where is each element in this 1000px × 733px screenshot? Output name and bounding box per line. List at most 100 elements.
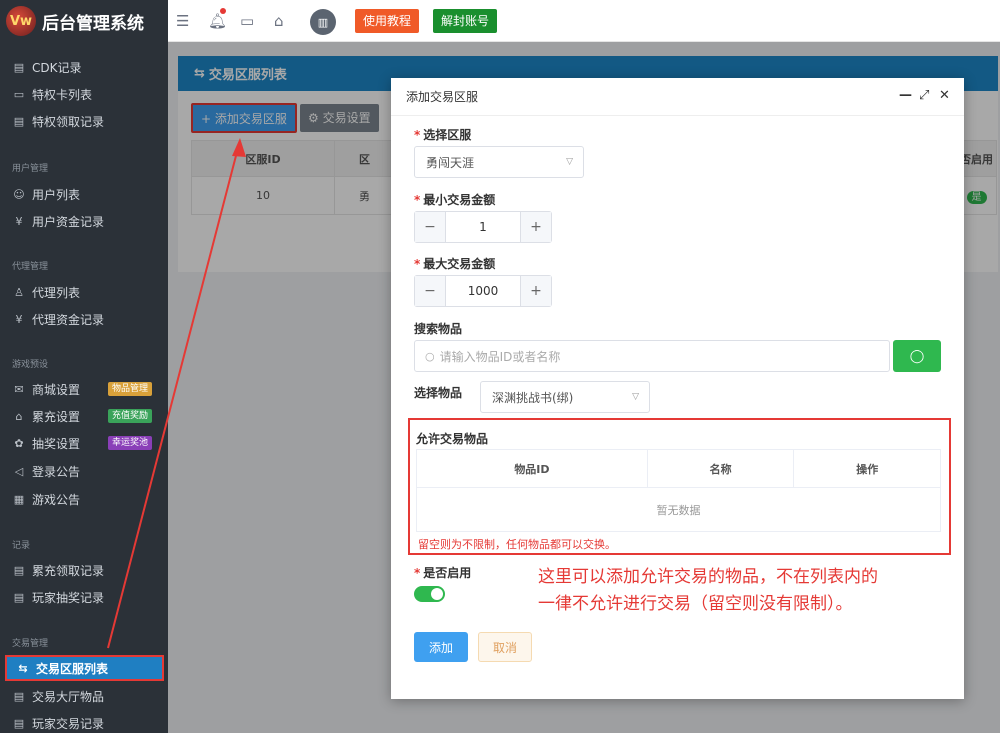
add-button[interactable]: 添加 [414, 632, 468, 662]
sidebar-item-agent-list[interactable]: ♙ 代理列表 [0, 279, 168, 305]
allowed-items-hint: 留空则为不限制，任何物品都可以交换。 [418, 538, 616, 551]
clipboard-icon: ▤ [13, 590, 25, 604]
unseal-account-button[interactable]: 解封账号 [433, 9, 498, 33]
sidebar-item-recharge-settings[interactable]: ⌂ 累充设置 充值奖励 [0, 403, 168, 429]
home-icon[interactable]: ⌂ [274, 12, 284, 30]
sidebar-item-agent-funds[interactable]: ¥ 代理资金记录 [0, 306, 168, 332]
lock-icon: ⌂ [15, 409, 23, 423]
sidebar-item-user-list[interactable]: ☺ 用户列表 [0, 181, 168, 207]
sidebar-item-trade-server-list[interactable]: ⇆ 交易区服列表 [5, 655, 164, 681]
label-text: 是否启用 [423, 566, 472, 580]
allowed-items-table: 物品ID 名称 操作 暂无数据 [416, 449, 941, 532]
calendar-icon: ▦ [13, 492, 25, 506]
max-amount-stepper[interactable]: − 1000 + [414, 275, 552, 307]
minimize-icon[interactable]: — [899, 88, 912, 103]
server-label: * 选择区服 [414, 128, 472, 142]
monitor-icon[interactable]: ▭ [240, 12, 254, 30]
sidebar-item-label: 商城设置 [32, 382, 81, 397]
search-input[interactable]: ○ 请输入物品ID或者名称 [414, 340, 890, 372]
sidebar: ▤ CDK记录 ▭ 特权卡列表 ▤ 特权领取记录 用户管理 ☺ 用户列表 ¥ 用… [0, 0, 168, 733]
enable-label: * 是否启用 [414, 566, 472, 580]
badge-item-management: 物品管理 [108, 382, 153, 396]
cancel-button[interactable]: 取消 [478, 632, 532, 662]
min-amount-value[interactable]: 1 [445, 212, 521, 242]
vip-card-icon: ▭ [13, 87, 25, 101]
app-title: 后台管理系统 [42, 13, 144, 34]
menu-toggle-icon[interactable]: ☰ [176, 12, 189, 30]
server-select-value: 勇闯天涯 [426, 155, 475, 170]
sidebar-item-player-trade-records[interactable]: ▤ 玩家交易记录 [0, 710, 168, 733]
max-amount-label: * 最大交易金额 [414, 257, 496, 271]
clipboard-icon: ▤ [13, 114, 25, 128]
enable-toggle[interactable] [414, 586, 445, 602]
dialog-title: 添加交易区服 [406, 90, 479, 104]
sidebar-item-label: 交易大厅物品 [32, 689, 105, 704]
badge-lucky-pool: 幸运奖池 [108, 436, 153, 450]
sidebar-item-label: 交易区服列表 [36, 661, 109, 676]
item-select-value: 深渊挑战书(绑) [492, 390, 574, 405]
label-text: 最小交易金额 [423, 193, 496, 207]
sidebar-item-vip-card-list[interactable]: ▭ 特权卡列表 [0, 81, 168, 107]
sidebar-item-vip-claim-records[interactable]: ▤ 特权领取记录 [0, 108, 168, 134]
sidebar-item-label: 抽奖设置 [32, 436, 81, 451]
sidebar-item-label: 玩家交易记录 [32, 716, 105, 731]
section-game-presets: 游戏预设 [12, 360, 49, 370]
clipboard-icon: ▤ [13, 689, 25, 703]
section-user-management: 用户管理 [12, 164, 49, 174]
dialog-header: 添加交易区服 — ⤢ ✕ [391, 78, 964, 116]
add-trade-server-dialog: 添加交易区服 — ⤢ ✕ * 选择区服 勇闯天涯 ▽ * 最小交易金额 − 1 + … [391, 78, 964, 699]
decrement-button[interactable]: − [415, 276, 445, 306]
sidebar-item-cdk-records[interactable]: ▤ CDK记录 [0, 54, 168, 80]
sidebar-item-label: 游戏公告 [32, 492, 81, 507]
empty-text: 暂无数据 [416, 487, 941, 532]
badge-recharge-reward: 充值奖励 [108, 409, 153, 423]
sidebar-item-label: CDK记录 [32, 60, 82, 75]
sidebar-item-label: 代理列表 [32, 285, 81, 300]
allowed-items-title: 允许交易物品 [416, 432, 489, 446]
logo: Vw [6, 6, 36, 36]
sidebar-item-login-notice[interactable]: ◁ 登录公告 [0, 458, 168, 484]
label-text: 最大交易金额 [423, 257, 496, 271]
allowed-items-section: 允许交易物品 物品ID 名称 操作 暂无数据 留空则为不限制，任何物品都可以交换… [408, 418, 951, 555]
notification-dot [220, 8, 226, 14]
increment-button[interactable]: + [521, 212, 551, 242]
server-select[interactable]: 勇闯天涯 ▽ [414, 146, 584, 178]
sidebar-item-player-lottery-records[interactable]: ▤ 玩家抽奖记录 [0, 584, 168, 610]
sidebar-item-trade-hall-items[interactable]: ▤ 交易大厅物品 [0, 683, 168, 709]
search-button[interactable]: ◯ [893, 340, 941, 372]
shop-icon: ✉ [14, 382, 24, 396]
decrement-button[interactable]: − [415, 212, 445, 242]
search-placeholder: 请输入物品ID或者名称 [439, 349, 561, 364]
sidebar-item-recharge-claim-records[interactable]: ▤ 累充领取记录 [0, 557, 168, 583]
top-bar: ☰ 🔔︎ ▭ ⌂ ▥ 使用教程 解封账号 [168, 0, 1000, 42]
history-icon: ▤ [13, 716, 25, 730]
speaker-icon: ◁ [14, 464, 24, 478]
increment-button[interactable]: + [521, 276, 551, 306]
item-select[interactable]: 深渊挑战书(绑) ▽ [480, 381, 650, 413]
sidebar-item-label: 玩家抽奖记录 [32, 590, 105, 605]
sidebar-item-shop-settings[interactable]: ✉ 商城设置 物品管理 [0, 376, 168, 402]
sidebar-item-label: 累充设置 [32, 409, 81, 424]
empty-row: 暂无数据 [416, 487, 941, 532]
sidebar-item-label: 用户资金记录 [32, 214, 105, 229]
close-icon[interactable]: ✕ [939, 88, 950, 103]
sidebar-item-lottery-settings[interactable]: ✿ 抽奖设置 幸运奖池 [0, 430, 168, 456]
sidebar-item-game-notice[interactable]: ▦ 游戏公告 [0, 486, 168, 512]
list-icon: ▤ [13, 563, 25, 577]
section-agent-management: 代理管理 [12, 262, 49, 272]
col-item-id: 物品ID [416, 449, 648, 488]
sidebar-item-label: 累充领取记录 [32, 563, 105, 578]
min-amount-label: * 最小交易金额 [414, 193, 496, 207]
maximize-icon[interactable]: ⤢ [919, 88, 929, 103]
section-trade-management: 交易管理 [12, 639, 49, 649]
bell-icon[interactable]: 🔔︎ [208, 12, 227, 30]
sidebar-item-user-funds[interactable]: ¥ 用户资金记录 [0, 208, 168, 234]
max-amount-value[interactable]: 1000 [445, 276, 521, 306]
chevron-down-icon: ▽ [566, 157, 573, 167]
agent-icon: ♙ [14, 285, 24, 299]
sidebar-item-label: 代理资金记录 [32, 312, 105, 327]
swap-icon: ⇆ [18, 661, 28, 675]
trash-icon[interactable]: ▥ [310, 9, 336, 35]
min-amount-stepper[interactable]: − 1 + [414, 211, 552, 243]
tutorial-button[interactable]: 使用教程 [355, 9, 420, 33]
